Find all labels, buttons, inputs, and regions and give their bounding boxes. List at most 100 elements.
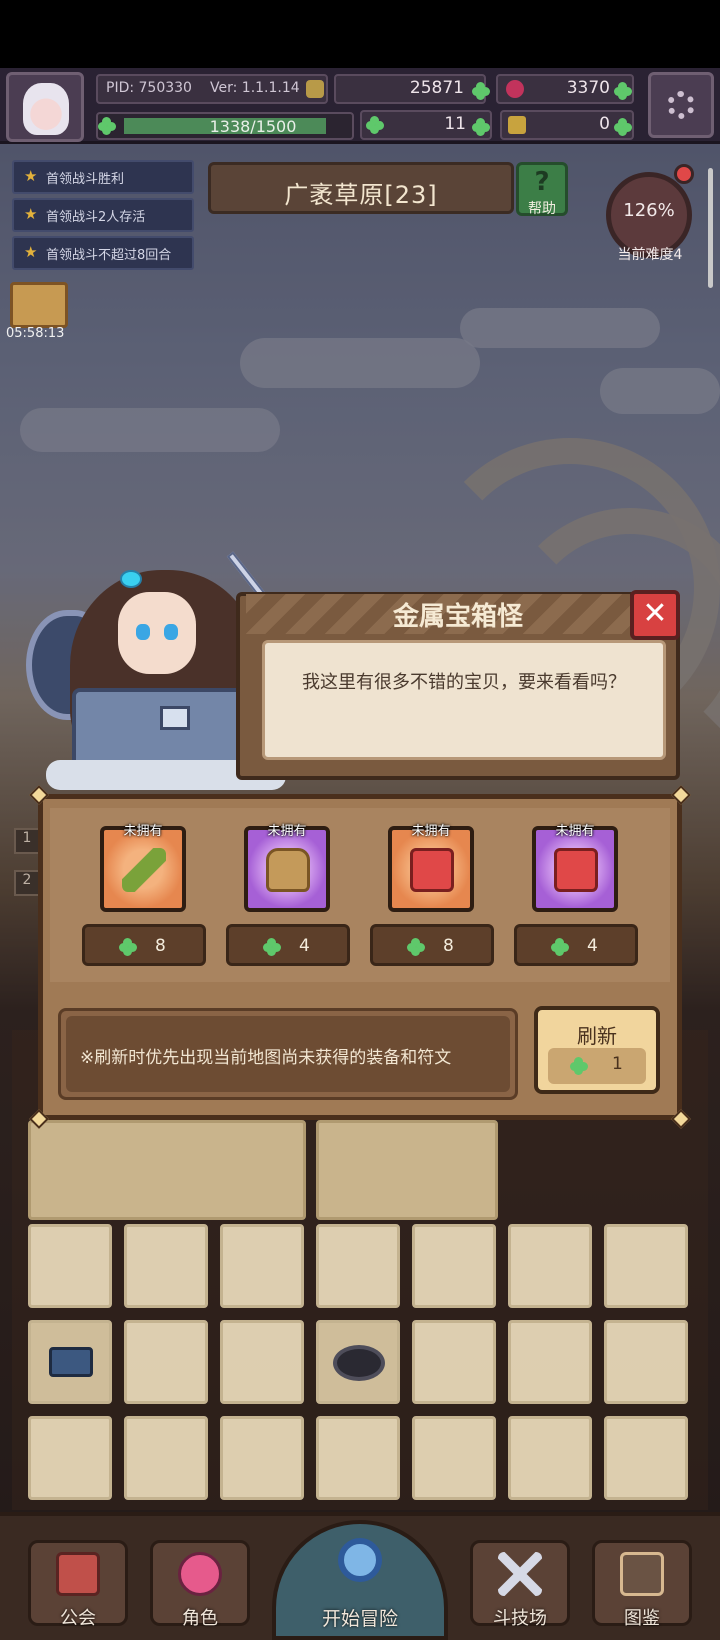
dialog-title: 金属宝箱怪 <box>392 602 523 632</box>
map-tile-rocks[interactable] <box>28 1120 306 1220</box>
red-gem-icon <box>506 80 524 98</box>
quest-item[interactable]: ★ 首领战斗不超过8回合 <box>12 236 194 270</box>
price-value: 8 <box>155 936 166 956</box>
nav-label: 角色 <box>182 1608 218 1629</box>
scrollbar[interactable] <box>708 168 713 288</box>
difficulty-label: 当前难度4 <box>617 247 683 263</box>
eye <box>136 624 150 640</box>
crossed-swords-icon <box>498 1552 542 1596</box>
map-cell[interactable] <box>316 1416 400 1500</box>
map-cell[interactable] <box>604 1416 688 1500</box>
nav-label: 图鉴 <box>624 1608 660 1629</box>
map-cell[interactable] <box>508 1224 592 1308</box>
price-tag[interactable]: 4 <box>514 924 638 966</box>
map-cell[interactable] <box>412 1416 496 1500</box>
player-avatar[interactable] <box>6 72 84 142</box>
stage-title: 广袤草原[23] <box>284 181 438 209</box>
refresh-cost: 1 <box>548 1048 646 1084</box>
close-icon: ✕ <box>642 596 668 631</box>
quest-item[interactable]: ★ 首领战斗胜利 <box>12 160 194 194</box>
eye <box>164 624 178 640</box>
map-cell[interactable] <box>28 1224 112 1308</box>
unowned-badge: 未拥有 <box>123 824 163 839</box>
quest-label: 首领战斗2人存活 <box>46 210 146 225</box>
star-icon: ★ <box>24 205 38 223</box>
avatar-portrait <box>23 83 69 135</box>
leather-armor-icon <box>266 848 310 892</box>
mimic-character-face <box>118 592 196 674</box>
map-cell[interactable] <box>124 1224 208 1308</box>
refresh-tip-text: ※刷新时优先出现当前地图尚未获得的装备和符文 <box>80 1048 452 1068</box>
pid-text: PID: 750330 <box>106 80 192 96</box>
price-value: 4 <box>587 936 598 956</box>
map-cell[interactable] <box>124 1320 208 1404</box>
clover-icon <box>98 117 116 135</box>
price-tag[interactable]: 4 <box>226 924 350 966</box>
quest-item[interactable]: ★ 首领战斗2人存活 <box>12 198 194 232</box>
unowned-badge: 未拥有 <box>411 824 451 839</box>
map-cell[interactable] <box>124 1416 208 1500</box>
price-tag[interactable]: 8 <box>82 924 206 966</box>
map-cell-chest[interactable] <box>28 1320 112 1404</box>
map-cell[interactable] <box>220 1416 304 1500</box>
map-cell[interactable] <box>220 1224 304 1308</box>
quest-label: 首领战斗不超过8回合 <box>46 248 172 263</box>
map-cell[interactable] <box>508 1416 592 1500</box>
codex-book-icon <box>620 1552 664 1596</box>
unowned-badge: 未拥有 <box>267 824 307 839</box>
clover-icon <box>472 118 490 136</box>
nav-label: 斗技场 <box>493 1608 547 1629</box>
map-cell[interactable] <box>220 1320 304 1404</box>
experience-bar: 1338/1500 <box>96 112 354 140</box>
version-text: Ver: 1.1.1.14 <box>210 80 300 96</box>
settings-button[interactable] <box>648 72 714 138</box>
character-icon <box>178 1552 222 1596</box>
star-icon: ★ <box>24 243 38 261</box>
notification-dot <box>674 164 694 184</box>
map-tile-bones[interactable] <box>316 1120 498 1220</box>
guild-hall-icon <box>56 1552 100 1596</box>
price-value: 4 <box>299 936 310 956</box>
dialog-body <box>262 640 666 760</box>
experience-text: 1338/1500 <box>209 117 297 136</box>
green-dagger-icon <box>122 848 166 892</box>
map-cell[interactable] <box>508 1320 592 1404</box>
lock-icon <box>160 706 190 730</box>
map-cell[interactable] <box>28 1416 112 1500</box>
dialog-text: 我这里有很多不错的宝贝，要来看看吗？ <box>302 672 626 693</box>
quest-label: 首领战斗胜利 <box>46 172 125 187</box>
map-cell-pit[interactable] <box>316 1320 400 1404</box>
clover-count: 11 <box>444 114 466 134</box>
gift-box-icon[interactable] <box>10 282 68 328</box>
gear-icon <box>667 91 695 119</box>
star-icon: ★ <box>24 167 38 185</box>
map-cell[interactable] <box>604 1224 688 1308</box>
price-tag[interactable]: 8 <box>370 924 494 966</box>
help-label: 帮助 <box>528 201 556 217</box>
clover-icon <box>472 82 490 100</box>
gift-timer: 05:58:13 <box>6 326 65 341</box>
red-rune-drop-icon <box>554 848 598 892</box>
side-index: 2 <box>14 870 40 896</box>
map-cell[interactable] <box>412 1224 496 1308</box>
map-cell[interactable] <box>604 1320 688 1404</box>
map-cell[interactable] <box>316 1224 400 1308</box>
clover-icon <box>614 82 632 100</box>
big-clover-icon <box>366 116 384 134</box>
gold-value: 25871 <box>409 78 464 98</box>
map-cell[interactable] <box>412 1320 496 1404</box>
pit-icon <box>333 1345 385 1381</box>
nav-label: 公会 <box>60 1608 96 1629</box>
key-icon <box>508 116 526 134</box>
clover-icon <box>570 1057 588 1075</box>
key-count: 0 <box>599 114 610 134</box>
blue-gem-icon <box>120 570 142 588</box>
chest-icon <box>49 1347 93 1377</box>
coin-icon <box>306 80 324 98</box>
side-index: 1 <box>14 828 40 854</box>
unowned-badge: 未拥有 <box>555 824 595 839</box>
gem-value: 3370 <box>566 78 610 98</box>
stage-title-plate: 广袤草原[23] <box>208 162 514 214</box>
price-value: 8 <box>443 936 454 956</box>
close-button[interactable]: ✕ <box>630 590 680 640</box>
